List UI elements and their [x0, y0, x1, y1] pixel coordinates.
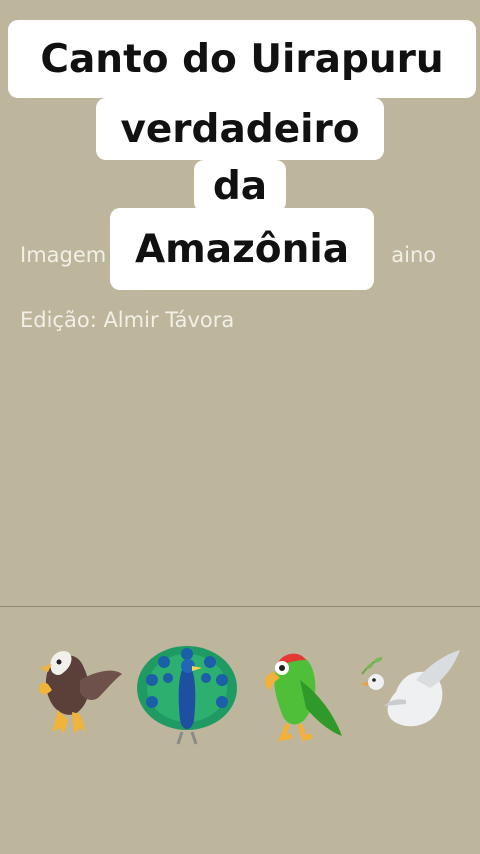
video-frame: Imagem aino Edição: Almir Távora: [0, 235, 480, 607]
image-credit-suffix: aino: [391, 243, 437, 267]
bird-emoji-row: [0, 640, 480, 760]
title-line-1: Canto do Uirapuru: [8, 20, 476, 98]
eagle-icon: [38, 651, 122, 734]
title-line-4: Amazônia: [110, 208, 374, 290]
title-line-2: verdadeiro: [96, 98, 384, 160]
edit-credit-text: Edição: Almir Távora: [20, 308, 235, 332]
peacock-icon: [137, 646, 237, 745]
parrot-icon: [265, 653, 342, 742]
title-line-3: da: [194, 160, 286, 212]
dove-icon: [360, 650, 460, 727]
image-credit-prefix: Imagem: [20, 243, 107, 267]
